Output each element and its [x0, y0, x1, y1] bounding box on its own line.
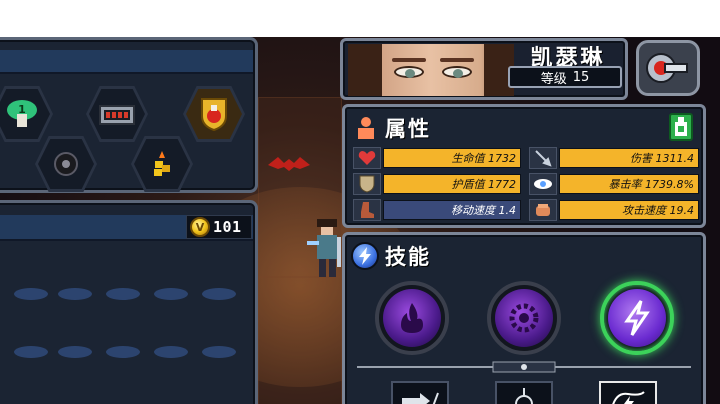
- grapple-icon: [515, 388, 533, 404]
- coin-amount: 101: [213, 218, 242, 236]
- bolt-scroll-icon: [612, 391, 645, 404]
- stat-row-hp: 生命值 1732: [353, 147, 521, 169]
- empty-slot-indicator: [14, 288, 48, 300]
- floor-tile: [258, 277, 342, 404]
- stat-row-attack-speed: 攻击速度 19.4: [529, 199, 699, 221]
- shield-icon: [359, 175, 375, 193]
- potion-bottle-icon: [675, 117, 687, 136]
- inventory-slot-1[interactable]: 1: [0, 86, 53, 142]
- inventory-slot-2[interactable]: [86, 86, 148, 142]
- coin-symbol: V: [195, 220, 205, 234]
- skill-orb-1[interactable]: [375, 281, 449, 355]
- empty-slot-indicator: [202, 288, 236, 300]
- skills-header: 技能: [351, 241, 431, 271]
- empty-slot-indicator: [58, 346, 92, 358]
- green-mushroom-icon: 1: [7, 100, 37, 127]
- attributes-title: 属性: [385, 117, 431, 141]
- crit-stat-text: 暴击率 1739.8%: [608, 178, 694, 191]
- skills-title: 技能: [385, 245, 431, 269]
- empty-slot-indicator: [154, 346, 188, 358]
- character-portrait: [348, 44, 514, 96]
- empty-slot-indicator: [154, 288, 188, 300]
- skills-panel: 技能: [342, 232, 706, 404]
- dash-icon: [402, 392, 439, 404]
- attack-speed-stat-text: 攻击速度 19.4: [622, 204, 694, 217]
- purple-flame-icon: [401, 303, 423, 333]
- bat-enemy-sprite: [268, 157, 310, 171]
- inventory-slot-3[interactable]: [183, 86, 245, 142]
- stat-row-move-speed: 移动速度 1.4: [353, 199, 521, 221]
- shield-bar: 护盾值 1772: [383, 174, 521, 194]
- potion-shield-icon: [201, 98, 227, 132]
- gold-nugget-icon: [154, 151, 170, 176]
- back-arrow-icon: [646, 53, 688, 83]
- coin-counter: V 101: [186, 215, 252, 239]
- empty-slot-indicator: [14, 346, 48, 358]
- inventory-header-bar: [0, 50, 253, 74]
- eye-icon: [534, 179, 552, 189]
- heart-icon: [358, 151, 376, 165]
- svg-text:1: 1: [18, 103, 26, 116]
- black-orb-icon: [54, 152, 78, 176]
- lightning-icon: [624, 300, 650, 336]
- purple-gear-icon: [509, 303, 539, 333]
- skill-divider: [357, 361, 691, 373]
- skill-orb-3-selected[interactable]: [600, 281, 674, 355]
- stat-row-crit: 暴击率 1739.8%: [529, 173, 699, 195]
- inventory-slot-5[interactable]: [131, 136, 193, 192]
- character-name: 凯瑟琳: [530, 46, 606, 71]
- inventory-panel: 1: [0, 37, 258, 193]
- stat-row-shield: 护盾值 1772: [353, 173, 521, 195]
- skill-lightning-badge-icon: [351, 242, 379, 270]
- portrait-eye: [442, 66, 472, 78]
- hp-stat-text: 生命值 1732: [451, 152, 517, 165]
- attributes-header: 属性: [353, 113, 431, 143]
- potion-button[interactable]: [669, 113, 693, 141]
- empty-slot-indicator: [58, 288, 92, 300]
- empty-slot-indicator: [106, 346, 140, 358]
- sub-skill-1[interactable]: [391, 381, 449, 404]
- skill-orb-2[interactable]: [487, 281, 561, 355]
- move-speed-stat-text: 移动速度 1.4: [451, 204, 516, 217]
- attributes-panel: 属性 生命值 1732 护盾值 1772 移动速度 1.4 伤害 1311.4 …: [342, 104, 706, 228]
- hp-bar: 生命值 1732: [383, 148, 521, 168]
- stat-row-damage: 伤害 1311.4: [529, 147, 699, 169]
- character-level: 等级 15: [508, 66, 622, 88]
- inventory-slot-4[interactable]: [35, 136, 97, 192]
- sub-skill-2[interactable]: [495, 381, 553, 404]
- level-value: 15: [572, 69, 590, 85]
- move-speed-bar: 移动速度 1.4: [383, 200, 521, 220]
- level-label: 等级: [540, 71, 567, 87]
- fist-icon: [536, 204, 550, 216]
- crit-bar: 暴击率 1739.8%: [559, 174, 699, 194]
- empty-slot-indicator: [106, 288, 140, 300]
- sub-skill-3-selected[interactable]: [599, 381, 657, 404]
- ammo-case-icon: [99, 105, 135, 125]
- attack-speed-bar: 攻击速度 19.4: [559, 200, 699, 220]
- back-button[interactable]: [636, 40, 700, 96]
- person-icon: [358, 117, 374, 139]
- coin-icon: V: [190, 217, 210, 237]
- shield-stat-text: 护盾值 1772: [451, 178, 517, 191]
- portrait-eye: [394, 66, 424, 78]
- damage-stat-text: 伤害 1311.4: [630, 152, 694, 165]
- boot-icon: [361, 202, 374, 218]
- empty-slot-indicator: [202, 346, 236, 358]
- sword-icon: [535, 150, 552, 167]
- damage-bar: 伤害 1311.4: [559, 148, 699, 168]
